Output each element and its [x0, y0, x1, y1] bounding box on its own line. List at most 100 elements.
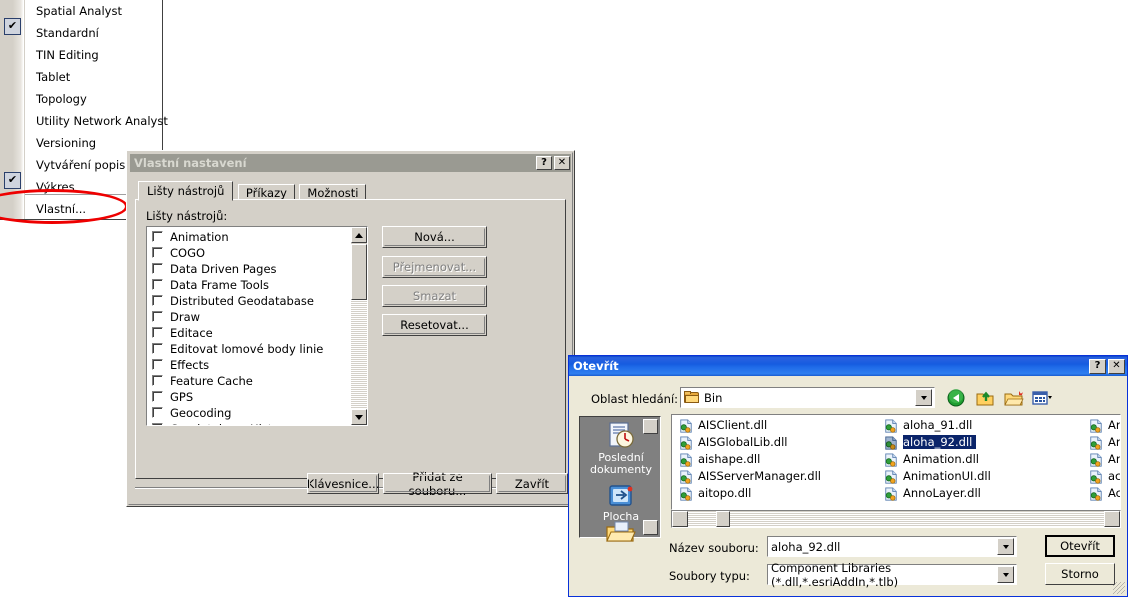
- checked-icon-vykres[interactable]: ✔: [4, 172, 21, 189]
- file-list[interactable]: AISClient.dll AISGlobalLib.dll aishape.d…: [671, 414, 1121, 510]
- list-item[interactable]: Distributed Geodatabase: [147, 293, 351, 309]
- checkbox-icon[interactable]: [152, 359, 163, 370]
- checkbox-icon[interactable]: [152, 311, 163, 322]
- list-item[interactable]: AnimationUI.dll: [881, 468, 1086, 485]
- customize-tabs[interactable]: Lišty nástrojů Příkazy Možnosti: [138, 181, 367, 201]
- scrollbar-thumb[interactable]: [716, 511, 730, 527]
- scroll-right-button[interactable]: [1104, 511, 1120, 527]
- checkbox-icon[interactable]: [152, 343, 163, 354]
- help-button[interactable]: ?: [536, 156, 552, 170]
- new-toolbar-button[interactable]: Nová...: [382, 226, 487, 248]
- places-bar[interactable]: Poslední dokumenty Plocha: [579, 416, 662, 542]
- list-item[interactable]: Editace: [147, 325, 351, 341]
- scroll-left-button[interactable]: [672, 511, 688, 527]
- open-dialog-toolbar[interactable]: [947, 388, 1053, 408]
- chevron-down-icon[interactable]: [915, 389, 932, 406]
- arrow-down-icon: [355, 414, 363, 420]
- checkbox-icon[interactable]: [152, 327, 163, 338]
- menu-item-topology[interactable]: Topology: [25, 88, 161, 110]
- list-item[interactable]: Ar: [1086, 434, 1120, 451]
- chevron-down-icon[interactable]: [997, 538, 1014, 555]
- open-dialog-titlebar[interactable]: Otevřít ? ✕: [569, 356, 1127, 376]
- checked-icon-standardni[interactable]: ✔: [4, 18, 21, 35]
- list-item[interactable]: AISServerManager.dll: [676, 468, 881, 485]
- checkbox-icon[interactable]: [152, 247, 163, 258]
- resize-grip[interactable]: [1113, 582, 1125, 594]
- checkbox-icon[interactable]: [152, 295, 163, 306]
- list-item[interactable]: AISGlobalLib.dll: [676, 434, 881, 451]
- menu-item-spatial-analyst[interactable]: Spatial Analyst: [25, 0, 161, 22]
- list-item[interactable]: AISClient.dll: [676, 417, 881, 434]
- customize-dialog[interactable]: Vlastní nastavení ? ✕ Lišty nástrojů Pří…: [126, 150, 575, 507]
- list-item[interactable]: Ac: [1086, 485, 1120, 502]
- file-type-label: Soubory typu:: [669, 569, 750, 583]
- help-button[interactable]: ?: [1089, 358, 1106, 374]
- open-file-dialog[interactable]: Otevřít ? ✕ Oblast hledání: Bin Poslední…: [568, 355, 1128, 597]
- listbox-vertical-scrollbar[interactable]: [351, 227, 367, 425]
- checkbox-icon[interactable]: [152, 279, 163, 290]
- list-item[interactable]: Geodatabase History: [147, 421, 351, 425]
- cancel-button[interactable]: Storno: [1045, 563, 1115, 585]
- rename-toolbar-button[interactable]: Přejmenovat...: [382, 256, 487, 278]
- place-desktop[interactable]: Plocha: [580, 483, 662, 523]
- list-item[interactable]: aishape.dll: [676, 451, 881, 468]
- back-icon[interactable]: [947, 388, 969, 408]
- scroll-up-button[interactable]: [351, 227, 367, 243]
- menu-item-tin-editing[interactable]: TIN Editing: [25, 44, 161, 66]
- list-item[interactable]: aloha_91.dll: [881, 417, 1086, 434]
- open-button[interactable]: Otevřít: [1045, 535, 1115, 557]
- customize-titlebar[interactable]: Vlastní nastavení ? ✕: [130, 154, 571, 172]
- reset-toolbar-button[interactable]: Resetovat...: [382, 314, 487, 336]
- views-icon[interactable]: [1031, 388, 1053, 408]
- checkbox-icon[interactable]: [152, 423, 163, 425]
- list-item[interactable]: Ar: [1086, 417, 1120, 434]
- list-item[interactable]: Feature Cache: [147, 373, 351, 389]
- list-item[interactable]: Data Frame Tools: [147, 277, 351, 293]
- list-item[interactable]: Editovat lomové body linie: [147, 341, 351, 357]
- list-item[interactable]: Geocoding: [147, 405, 351, 421]
- dll-file-icon: [1090, 453, 1102, 467]
- list-item[interactable]: Data Driven Pages: [147, 261, 351, 277]
- checkbox-icon[interactable]: [152, 391, 163, 402]
- menu-item-label: Standardní: [36, 26, 99, 40]
- dll-file-icon: [885, 436, 897, 450]
- list-item[interactable]: Draw: [147, 309, 351, 325]
- file-name-combobox[interactable]: aloha_92.dll: [767, 536, 1017, 557]
- list-item[interactable]: GPS: [147, 389, 351, 405]
- close-button[interactable]: ✕: [554, 156, 570, 170]
- list-item[interactable]: COGO: [147, 245, 351, 261]
- menu-item-utility-network-analyst[interactable]: Utility Network Analyst: [25, 110, 168, 132]
- delete-toolbar-button[interactable]: Smazat: [382, 285, 487, 307]
- list-item[interactable]: Effects: [147, 357, 351, 373]
- checkbox-icon[interactable]: [152, 375, 163, 386]
- list-item-selected[interactable]: aloha_92.dll: [881, 434, 1086, 451]
- tab-panel: Lišty nástrojů: Animation COGO Data Driv…: [135, 199, 566, 479]
- up-one-level-icon[interactable]: [975, 388, 997, 408]
- scroll-down-button[interactable]: [351, 409, 367, 425]
- list-item[interactable]: ac: [1086, 468, 1120, 485]
- scrollbar-thumb[interactable]: [351, 244, 367, 300]
- list-item[interactable]: Animation.dll: [881, 451, 1086, 468]
- list-item[interactable]: aitopo.dll: [676, 485, 881, 502]
- file-type-combobox[interactable]: Component Libraries (*.dll,*.esriAddIn,*…: [767, 561, 1017, 589]
- keyboard-button[interactable]: Klávesnice...: [307, 473, 379, 494]
- menu-item-standardni[interactable]: Standardní: [25, 22, 161, 44]
- list-item[interactable]: Ar: [1086, 451, 1120, 468]
- place-my-documents[interactable]: [580, 521, 662, 546]
- list-item[interactable]: AnnoLayer.dll: [881, 485, 1086, 502]
- file-list-horizontal-scrollbar[interactable]: [671, 510, 1121, 528]
- toolbars-listbox[interactable]: Animation COGO Data Driven Pages Data Fr…: [146, 226, 368, 426]
- chevron-down-icon[interactable]: [997, 566, 1014, 583]
- checkbox-icon[interactable]: [152, 407, 163, 418]
- place-recent-documents[interactable]: Poslední dokumenty: [580, 421, 662, 476]
- checkbox-icon[interactable]: [152, 231, 163, 242]
- new-folder-icon[interactable]: [1003, 388, 1025, 408]
- tab-listy-nastroju[interactable]: Lišty nástrojů: [138, 181, 234, 201]
- close-button[interactable]: ✕: [1108, 358, 1125, 374]
- look-in-combobox[interactable]: Bin: [680, 387, 935, 408]
- list-item[interactable]: Animation: [147, 229, 351, 245]
- close-dialog-button[interactable]: Zavřít: [496, 473, 568, 494]
- menu-item-tablet[interactable]: Tablet: [25, 66, 161, 88]
- add-from-file-button[interactable]: Přidat ze souboru...: [383, 470, 492, 498]
- checkbox-icon[interactable]: [152, 263, 163, 274]
